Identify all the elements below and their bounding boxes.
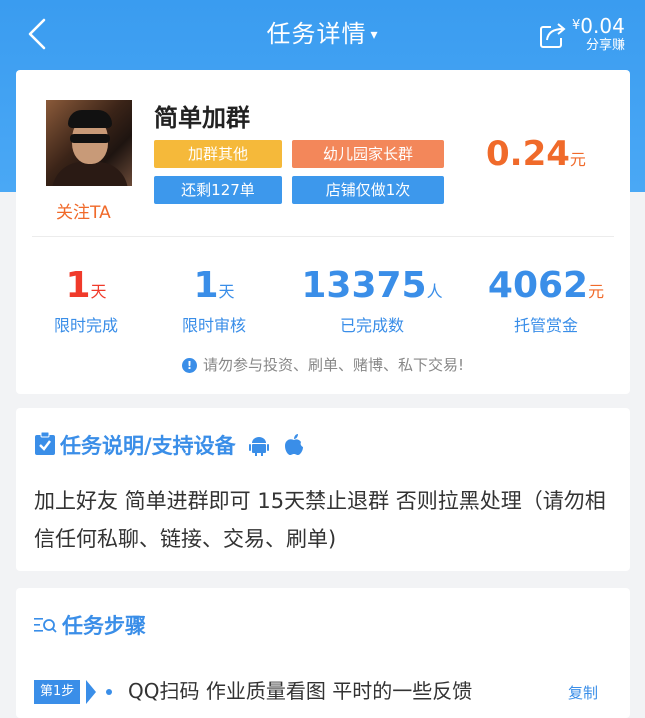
task-name: 简单加群 <box>154 104 250 132</box>
apple-icon <box>285 434 304 455</box>
clipboard-check-icon <box>35 431 55 455</box>
reward-amount: 0.24元 <box>486 134 586 174</box>
caret-down-icon: ▾ <box>370 27 379 43</box>
share-amount: ¥0.04 <box>572 14 625 38</box>
warning-text: 请勿参与投资、刷单、赌博、私下交易! <box>202 356 464 374</box>
divider <box>32 236 614 237</box>
step-badge: 第1步 <box>34 680 81 704</box>
top-bar: 任务详情 ▾ ¥0.04 分享赚 <box>0 0 645 68</box>
description-title: 任务说明/支持设备 <box>34 430 308 460</box>
tag-remaining: 还剩127单 <box>154 176 282 204</box>
bullet-dot <box>106 689 112 695</box>
tag-category: 加群其他 <box>154 140 282 168</box>
list-search-icon <box>34 618 57 633</box>
stat-completed-count: 13375人 已完成数 <box>301 265 443 336</box>
task-summary-card: 关注TA 简单加群 加群其他 幼儿园家长群 还剩127单 店铺仅做1次 0.24… <box>16 70 630 394</box>
tag-group-type: 幼儿园家长群 <box>292 140 444 168</box>
warning-notice: ! 请勿参与投资、刷单、赌博、私下交易! <box>16 354 630 375</box>
description-text: 加上好友 简单进群即可 15天禁止退群 否则拉黑处理（请勿相信任何私聊、链接、交… <box>34 489 606 551</box>
share-icon <box>540 23 566 48</box>
tag-limit: 店铺仅做1次 <box>292 176 444 204</box>
page-title-text: 任务详情 <box>266 20 367 48</box>
stat-escrow-bounty: 4062元 托管赏金 <box>487 265 605 336</box>
task-description-card: 任务说明/支持设备 加上好友 简单进群即可 15天禁止退群 否则拉黑处理（请勿相… <box>16 408 630 571</box>
task-steps-card: 任务步骤 第1步 QQ扫码 作业质量看图 平时的一些反馈 复制 <box>16 588 630 718</box>
copy-button[interactable]: 复制 <box>568 682 598 703</box>
stat-time-limit: 1天 限时完成 <box>53 265 118 336</box>
share-earn-button[interactable]: ¥0.04 分享赚 <box>538 14 638 58</box>
stat-review-limit: 1天 限时审核 <box>181 265 246 336</box>
info-icon: ! <box>181 358 197 373</box>
share-label: 分享赚 <box>586 38 626 53</box>
steps-title: 任务步骤 <box>34 610 146 640</box>
follow-button[interactable]: 关注TA <box>56 198 111 223</box>
android-icon <box>248 437 269 456</box>
publisher-avatar[interactable] <box>46 100 132 186</box>
